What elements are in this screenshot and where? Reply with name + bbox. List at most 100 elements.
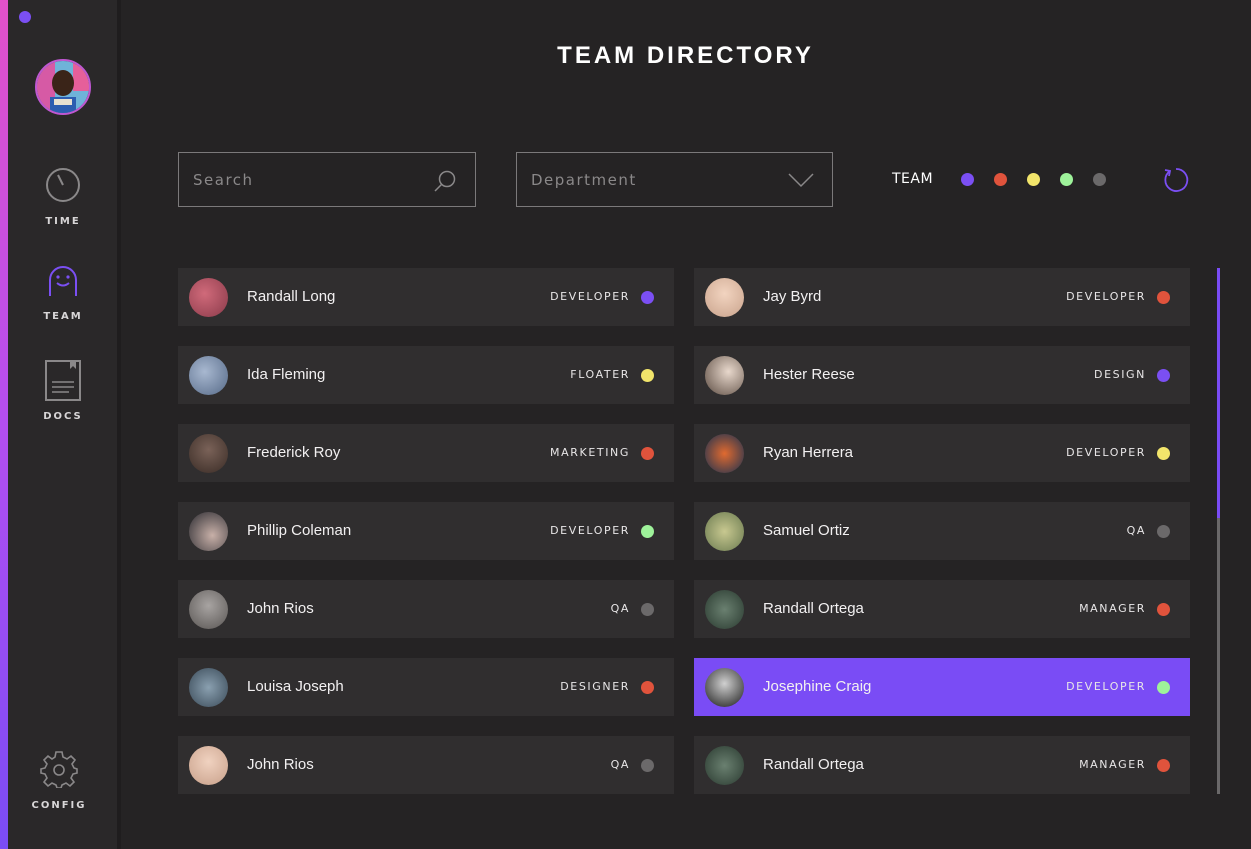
profile-photo	[37, 61, 89, 113]
avatar	[189, 668, 228, 707]
status-dot	[641, 525, 654, 538]
team-filter-label: TEAM	[892, 171, 934, 187]
team-filter-dot[interactable]	[1060, 173, 1073, 186]
avatar	[189, 278, 228, 317]
avatar	[189, 512, 228, 551]
member-card[interactable]: Hester Reese DESIGN	[694, 346, 1190, 404]
status-dot	[641, 291, 654, 304]
member-card[interactable]: Ida Fleming FLOATER	[178, 346, 674, 404]
member-name: Ida Fleming	[247, 366, 326, 383]
member-name: Ryan Herrera	[763, 444, 854, 461]
member-card[interactable]: Jay Byrd DEVELOPER	[694, 268, 1190, 326]
team-filter-dot[interactable]	[1093, 173, 1106, 186]
status-dot	[641, 369, 654, 382]
member-role: MANAGER	[1079, 758, 1146, 771]
search-icon[interactable]	[433, 169, 457, 193]
avatar	[705, 668, 744, 707]
avatar	[189, 434, 228, 473]
member-name: Samuel Ortiz	[763, 522, 850, 539]
scrollbar-thumb[interactable]	[1217, 268, 1220, 518]
member-role: FLOATER	[570, 368, 630, 381]
sidebar-item-time[interactable]: TIME	[8, 166, 118, 227]
member-role: QA	[610, 758, 630, 771]
sidebar-item-label: DOCS	[43, 411, 83, 422]
member-name: Phillip Coleman	[247, 522, 352, 539]
member-name: John Rios	[247, 756, 314, 773]
sidebar-item-label: TEAM	[43, 311, 83, 322]
sidebar-item-docs[interactable]: DOCS	[8, 360, 118, 422]
stopwatch-icon	[46, 168, 80, 202]
status-dot	[1157, 291, 1170, 304]
department-select[interactable]: Department	[516, 152, 833, 207]
gear-icon	[40, 751, 78, 788]
status-dot	[1157, 759, 1170, 772]
member-name: Frederick Roy	[247, 444, 341, 461]
team-filter-dot[interactable]	[961, 173, 974, 186]
member-name: Randall Long	[247, 288, 336, 305]
member-name: Randall Ortega	[763, 600, 864, 617]
sidebar-item-label: CONFIG	[31, 800, 87, 811]
avatar	[189, 746, 228, 785]
member-card[interactable]: John Rios QA	[178, 736, 674, 794]
member-role: MANAGER	[1079, 602, 1146, 615]
member-role: MARKETING	[550, 446, 630, 459]
status-dot	[1157, 681, 1170, 694]
avatar	[705, 590, 744, 629]
avatar	[705, 434, 744, 473]
sidebar-accent-edge	[0, 0, 8, 849]
member-card[interactable]: Randall Ortega MANAGER	[694, 580, 1190, 638]
status-dot	[641, 681, 654, 694]
member-card[interactable]: Phillip Coleman DEVELOPER	[178, 502, 674, 560]
profile-avatar[interactable]	[35, 59, 91, 115]
member-card[interactable]: John Rios QA	[178, 580, 674, 638]
team-filter-dot[interactable]	[1027, 173, 1040, 186]
member-role: QA	[610, 602, 630, 615]
search-field[interactable]	[178, 152, 476, 207]
member-role: DEVELOPER	[1066, 290, 1146, 303]
member-role: DESIGN	[1094, 368, 1146, 381]
status-dot	[641, 447, 654, 460]
status-dot	[1157, 525, 1170, 538]
member-role: DEVELOPER	[1066, 680, 1146, 693]
member-name: John Rios	[247, 600, 314, 617]
member-card[interactable]: Ryan Herrera DEVELOPER	[694, 424, 1190, 482]
member-role: DEVELOPER	[550, 524, 630, 537]
member-name: Louisa Joseph	[247, 678, 344, 695]
search-input[interactable]	[193, 170, 423, 189]
member-card[interactable]: Frederick Roy MARKETING	[178, 424, 674, 482]
department-placeholder: Department	[531, 170, 637, 189]
sidebar-item-label: TIME	[45, 216, 81, 227]
status-dot	[641, 603, 654, 616]
status-dot	[19, 11, 31, 23]
page-title: TEAM DIRECTORY	[557, 42, 814, 69]
avatar	[189, 356, 228, 395]
avatar	[705, 278, 744, 317]
sidebar-divider	[117, 0, 121, 849]
status-dot	[1157, 447, 1170, 460]
status-dot	[1157, 603, 1170, 616]
member-card[interactable]: Louisa Joseph DESIGNER	[178, 658, 674, 716]
member-name: Randall Ortega	[763, 756, 864, 773]
member-name: Hester Reese	[763, 366, 855, 383]
document-icon	[45, 360, 81, 401]
avatar	[705, 356, 744, 395]
member-card[interactable]: Randall Ortega MANAGER	[694, 736, 1190, 794]
member-role: QA	[1126, 524, 1146, 537]
avatar	[705, 746, 744, 785]
member-card[interactable]: Samuel Ortiz QA	[694, 502, 1190, 560]
smiley-person-icon	[49, 266, 77, 296]
sidebar-item-config[interactable]: CONFIG	[4, 750, 114, 811]
team-filter-dot[interactable]	[994, 173, 1007, 186]
member-name: Jay Byrd	[763, 288, 822, 305]
status-dot	[1157, 369, 1170, 382]
refresh-icon[interactable]	[1162, 166, 1190, 194]
avatar	[705, 512, 744, 551]
sidebar: TIME TEAM DOCS CONFIG	[0, 0, 121, 849]
member-role: DEVELOPER	[1066, 446, 1146, 459]
chevron-down-icon	[788, 173, 814, 188]
member-card[interactable]: Josephine Craig DEVELOPER	[694, 658, 1190, 716]
member-name: Josephine Craig	[763, 678, 872, 695]
member-role: DESIGNER	[560, 680, 630, 693]
sidebar-item-team[interactable]: TEAM	[8, 262, 118, 322]
member-card[interactable]: Randall Long DEVELOPER	[178, 268, 674, 326]
